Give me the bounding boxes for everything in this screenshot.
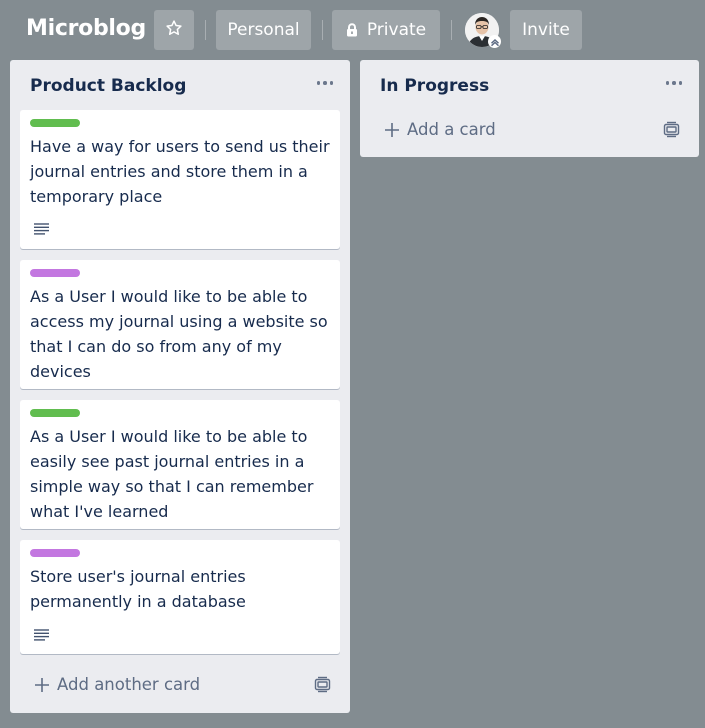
invite-label: Invite	[522, 20, 570, 40]
add-another-card-button[interactable]: Add another card	[34, 675, 200, 694]
add-card-label: Add a card	[407, 120, 496, 139]
list-product-backlog: Product Backlog Have a way for users to …	[10, 60, 350, 713]
star-icon	[165, 19, 183, 42]
invite-button[interactable]: Invite	[510, 10, 582, 50]
description-icon	[34, 626, 49, 645]
add-card-label: Add another card	[57, 675, 201, 694]
card-label-purple[interactable]	[30, 269, 80, 277]
add-card-button[interactable]: Add a card	[384, 120, 496, 139]
card-label-green[interactable]	[30, 409, 80, 417]
private-label: Private	[366, 20, 427, 40]
card[interactable]: Have a way for users to send us their jo…	[20, 110, 340, 249]
header-divider	[322, 20, 323, 40]
card-title: Store user's journal entries permanently…	[30, 567, 246, 611]
description-icon	[34, 220, 49, 239]
avatar[interactable]	[465, 13, 501, 48]
personal-button[interactable]: Personal	[216, 10, 311, 50]
card-title: As a User I would like to be able to eas…	[30, 427, 314, 521]
card-label-green[interactable]	[30, 119, 80, 127]
list-menu-button[interactable]	[312, 72, 338, 94]
card[interactable]: As a User I would like to be able to eas…	[20, 400, 340, 529]
card-title: As a User I would like to be able to acc…	[30, 287, 328, 381]
header-divider	[205, 20, 206, 40]
private-button[interactable]: Private	[332, 10, 440, 50]
list-in-progress: In Progress Add a card	[360, 60, 699, 157]
list-menu-button[interactable]	[661, 72, 687, 94]
card-template-icon[interactable]	[663, 121, 680, 142]
card[interactable]: Store user's journal entries permanently…	[20, 540, 340, 654]
list-title[interactable]: In Progress	[380, 76, 489, 96]
star-button[interactable]	[154, 10, 194, 50]
personal-label: Personal	[227, 20, 300, 40]
list-title[interactable]: Product Backlog	[30, 76, 186, 96]
header-divider	[451, 20, 452, 40]
card-template-icon[interactable]	[314, 676, 331, 697]
ellipsis-icon	[316, 81, 321, 85]
plus-icon	[34, 677, 50, 693]
card-label-purple[interactable]	[30, 549, 80, 557]
admin-badge-icon	[488, 35, 501, 48]
plus-icon	[384, 122, 400, 138]
board-title[interactable]: Microblog	[26, 16, 146, 41]
card[interactable]: As a User I would like to be able to acc…	[20, 260, 340, 389]
lock-icon	[346, 23, 358, 37]
card-title: Have a way for users to send us their jo…	[30, 137, 330, 206]
board-header: Microblog Personal Private Invite	[0, 0, 705, 60]
ellipsis-icon	[665, 81, 670, 85]
